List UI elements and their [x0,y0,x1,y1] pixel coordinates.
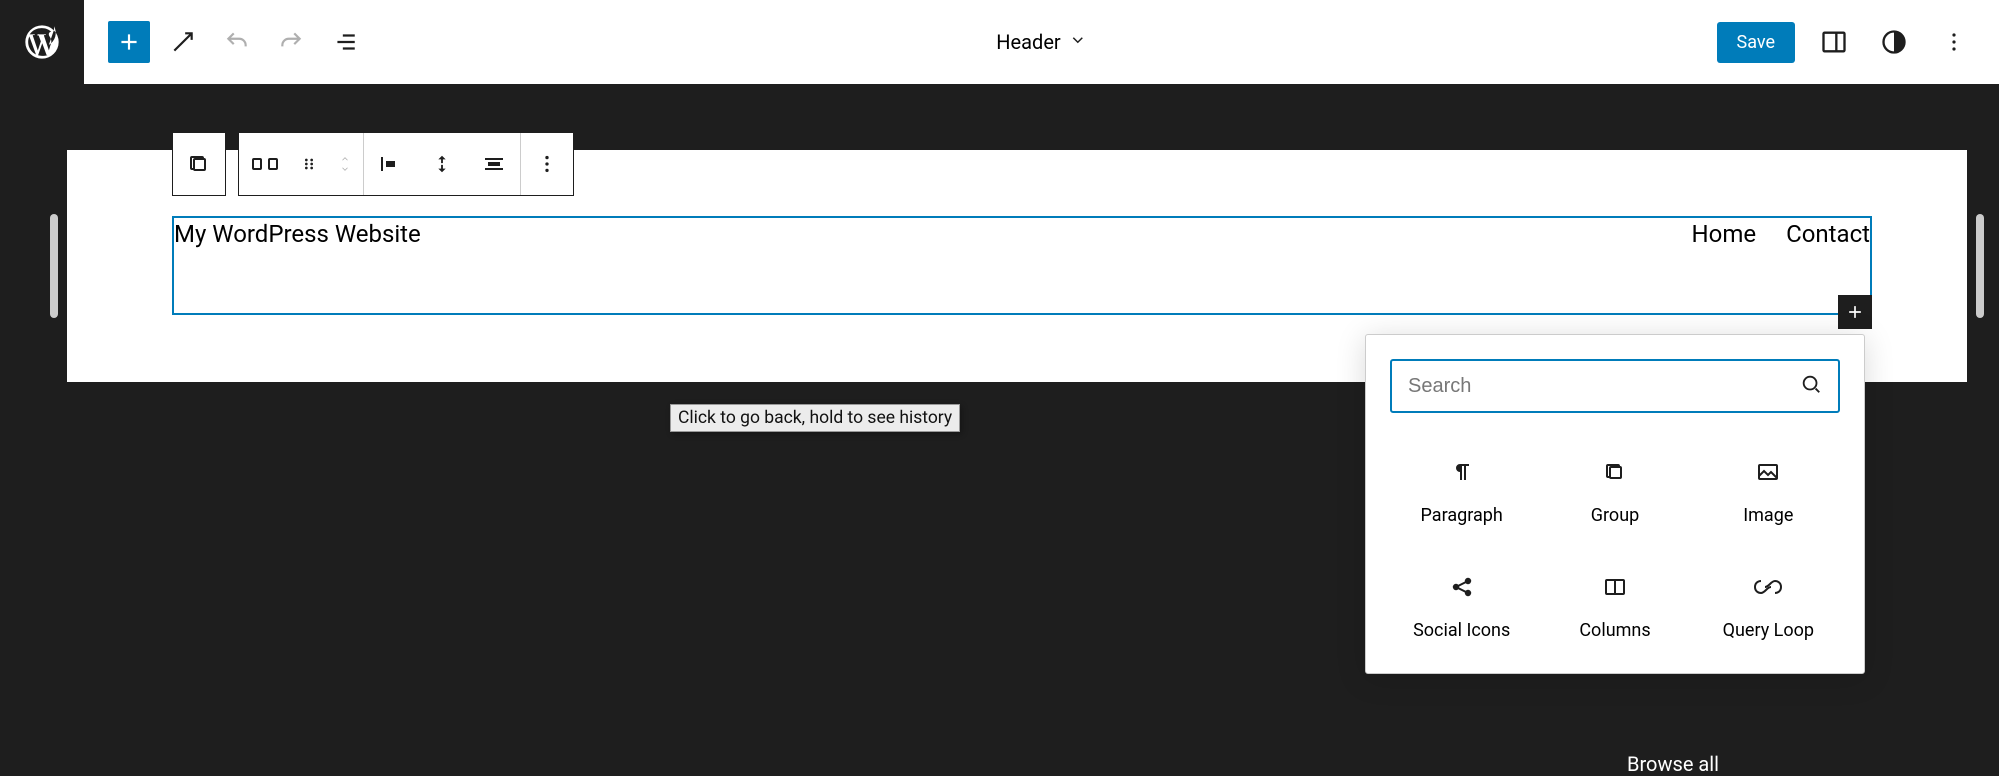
resize-handle-right[interactable] [1976,214,1984,318]
wordpress-logo-icon[interactable] [22,22,62,776]
add-block-button[interactable] [108,21,150,63]
admin-bar [0,0,84,776]
template-label: Header [996,30,1060,54]
site-title[interactable]: My WordPress Website [174,220,421,248]
block-appender-button[interactable] [1838,295,1872,329]
nav-link-contact[interactable]: Contact [1786,220,1870,248]
paragraph-icon [1450,457,1474,487]
inserter-search[interactable] [1390,359,1840,413]
inserter-item-group[interactable]: Group [1543,449,1686,534]
save-button[interactable]: Save [1717,22,1796,63]
inserter-item-label: Query Loop [1723,620,1814,641]
template-selector[interactable]: Header [996,30,1086,54]
justify-button[interactable] [364,133,416,195]
block-options-button[interactable] [521,133,573,195]
header-row-block[interactable]: My WordPress Website Home Contact [172,216,1872,315]
styles-toggle[interactable] [1873,21,1915,63]
move-updown-button[interactable] [327,133,363,195]
block-toolbar [172,132,574,196]
inserter-item-label: Social Icons [1413,620,1510,641]
parent-group-button[interactable] [173,133,225,195]
inserter-item-label: Group [1591,505,1639,526]
inserter-item-image[interactable]: Image [1697,449,1840,534]
inserter-item-queryloop[interactable]: Query Loop [1697,564,1840,649]
inserter-item-columns[interactable]: Columns [1543,564,1686,649]
inserter-item-social[interactable]: Social Icons [1390,564,1533,649]
inserter-item-label: Image [1743,505,1793,526]
tools-button[interactable] [162,21,204,63]
chevron-down-icon [1069,30,1087,54]
navigation-block[interactable]: Home Contact [1692,220,1870,248]
resize-handle-left[interactable] [50,214,58,318]
document-overview-button[interactable] [324,21,366,63]
share-icon [1450,572,1474,602]
align-vertical-button[interactable] [416,133,468,195]
image-icon [1755,457,1781,487]
undo-button[interactable] [216,21,258,63]
search-icon [1800,373,1822,399]
topbar-right: Save [1717,21,1976,63]
editor-topbar: Header Save [84,0,1999,84]
group-icon [1603,457,1627,487]
inserter-item-label: Paragraph [1421,505,1503,526]
row-block-button[interactable] [239,133,291,195]
inserter-item-paragraph[interactable]: Paragraph [1390,449,1533,534]
inserter-grid: Paragraph Group Image Social Icons Colum… [1390,449,1840,649]
loop-icon [1753,572,1783,602]
redo-button[interactable] [270,21,312,63]
more-options-button[interactable] [1933,21,1975,63]
inserter-search-input[interactable] [1408,375,1800,398]
block-inserter-popover: Paragraph Group Image Social Icons Colum… [1365,334,1865,674]
block-toolbar-group-parent [172,132,226,196]
drag-handle-button[interactable] [291,133,327,195]
tooltip: Click to go back, hold to see history [670,404,960,432]
columns-icon [1602,572,1628,602]
block-toolbar-group-main [238,132,574,196]
settings-panel-toggle[interactable] [1813,21,1855,63]
inserter-item-label: Columns [1579,620,1650,641]
browse-all-button[interactable]: Browse all [1627,752,1719,776]
nav-link-home[interactable]: Home [1692,220,1757,248]
width-button[interactable] [468,133,520,195]
topbar-left [108,21,366,63]
